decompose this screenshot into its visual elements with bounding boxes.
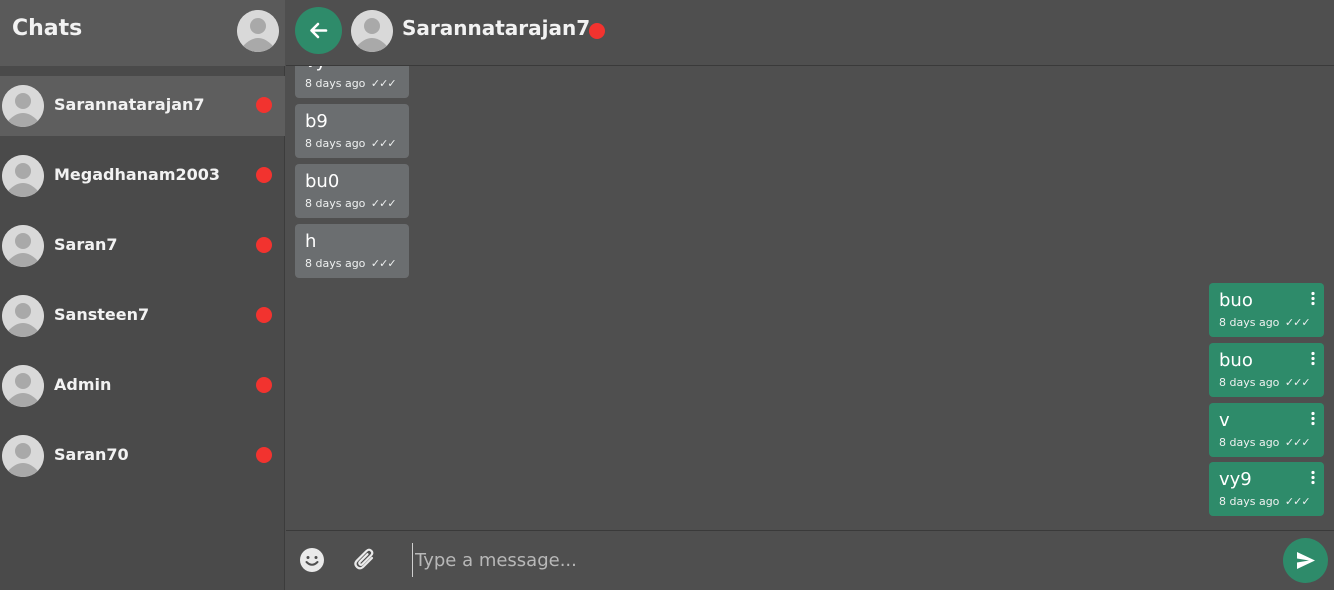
message-time: 8 days ago [1219, 495, 1280, 508]
status-dot [256, 167, 272, 183]
message-input[interactable] [412, 543, 1272, 577]
read-ticks: ✓✓✓ [370, 77, 397, 90]
contact-name: Sarannatarajan7 [402, 16, 591, 40]
status-dot [256, 237, 272, 253]
chat-name: Admin [54, 375, 112, 394]
read-ticks: ✓✓✓ [370, 257, 397, 270]
status-dot [256, 447, 272, 463]
read-ticks: ✓✓✓ [370, 197, 397, 210]
message-text: b9 [305, 111, 328, 132]
more-vertical-icon[interactable] [1310, 470, 1316, 486]
chat-name: Sansteen7 [54, 305, 150, 324]
read-ticks: ✓✓✓ [1284, 376, 1311, 389]
arrow-left-icon [310, 22, 328, 39]
avatar [2, 295, 44, 337]
avatar [2, 365, 44, 407]
status-dot [256, 307, 272, 323]
message-meta: 8 days ago ✓✓✓ [305, 257, 397, 270]
chat-item-megadhanam2003[interactable]: Megadhanam2003 [0, 146, 285, 206]
message-text: h [305, 231, 317, 252]
attach-button[interactable] [352, 546, 378, 574]
more-vertical-icon[interactable] [1310, 411, 1316, 427]
send-icon [1297, 552, 1315, 569]
chat-item-saran7[interactable]: Saran7 [0, 216, 285, 276]
chat-name: Sarannatarajan7 [54, 95, 205, 114]
message-text: v [1219, 410, 1230, 431]
message-meta: 8 days ago ✓✓✓ [1219, 436, 1311, 449]
message-meta: 8 days ago ✓✓✓ [1219, 376, 1311, 389]
message-time: 8 days ago [1219, 436, 1280, 449]
status-dot [256, 97, 272, 113]
chat-item-sansteen7[interactable]: Sansteen7 [0, 286, 285, 346]
message-time: 8 days ago [1219, 316, 1280, 329]
sidebar: Chats Sarannatarajan7 Megadhanam2003 Sar… [0, 0, 285, 590]
message-composer [286, 530, 1334, 590]
avatar [2, 85, 44, 127]
contact-status-dot [589, 23, 605, 39]
read-ticks: ✓✓✓ [1284, 436, 1311, 449]
message-text: vy9 [1219, 469, 1252, 490]
message-text: buo [1219, 350, 1253, 371]
message-meta: 8 days ago ✓✓✓ [305, 197, 397, 210]
read-ticks: ✓✓✓ [1284, 316, 1311, 329]
message-time: 8 days ago [305, 137, 366, 150]
incoming-message: bu0 8 days ago ✓✓✓ [295, 164, 409, 218]
message-text: bu0 [305, 171, 340, 192]
outgoing-message: vy9 8 days ago ✓✓✓ [1209, 462, 1324, 516]
more-vertical-icon[interactable] [1310, 291, 1316, 307]
my-avatar[interactable] [237, 10, 279, 52]
chat-name: Saran7 [54, 235, 118, 254]
conversation-panel: Sarannatarajan7 vy 8 days ago ✓✓✓ b9 8 d… [286, 0, 1334, 590]
sidebar-header: Chats [0, 0, 285, 66]
avatar [2, 435, 44, 477]
incoming-message: vy 8 days ago ✓✓✓ [295, 66, 409, 98]
chat-item-saran70[interactable]: Saran70 [0, 426, 285, 486]
more-vertical-icon[interactable] [1310, 351, 1316, 367]
chat-item-sarannatarajan7[interactable]: Sarannatarajan7 [0, 76, 285, 136]
chat-name: Saran70 [54, 445, 129, 464]
conversation-header: Sarannatarajan7 [286, 0, 1334, 66]
back-button[interactable] [295, 7, 342, 54]
message-list: vy 8 days ago ✓✓✓ b9 8 days ago ✓✓✓ bu0 … [286, 66, 1334, 530]
message-text: buo [1219, 290, 1253, 311]
message-meta: 8 days ago ✓✓✓ [1219, 316, 1311, 329]
incoming-message: b9 8 days ago ✓✓✓ [295, 104, 409, 158]
message-meta: 8 days ago ✓✓✓ [1219, 495, 1311, 508]
message-time: 8 days ago [1219, 376, 1280, 389]
sidebar-title: Chats [12, 16, 83, 41]
send-button[interactable] [1283, 538, 1328, 583]
chat-app: Chats Sarannatarajan7 Megadhanam2003 Sar… [0, 0, 1334, 590]
status-dot [256, 377, 272, 393]
outgoing-message: buo 8 days ago ✓✓✓ [1209, 343, 1324, 397]
message-text: vy [305, 66, 326, 72]
outgoing-message: buo 8 days ago ✓✓✓ [1209, 283, 1324, 337]
message-time: 8 days ago [305, 257, 366, 270]
avatar [2, 155, 44, 197]
read-ticks: ✓✓✓ [370, 137, 397, 150]
paperclip-icon [354, 548, 374, 570]
avatar [2, 225, 44, 267]
incoming-message: h 8 days ago ✓✓✓ [295, 224, 409, 278]
emoji-button[interactable] [299, 547, 325, 573]
message-time: 8 days ago [305, 77, 366, 90]
chat-item-admin[interactable]: Admin [0, 356, 285, 416]
chat-name: Megadhanam2003 [54, 165, 221, 184]
message-time: 8 days ago [305, 197, 366, 210]
outgoing-message: v 8 days ago ✓✓✓ [1209, 403, 1324, 457]
message-meta: 8 days ago ✓✓✓ [305, 137, 397, 150]
smiley-icon [300, 548, 324, 572]
message-meta: 8 days ago ✓✓✓ [305, 77, 397, 90]
contact-avatar[interactable] [351, 10, 393, 52]
read-ticks: ✓✓✓ [1284, 495, 1311, 508]
